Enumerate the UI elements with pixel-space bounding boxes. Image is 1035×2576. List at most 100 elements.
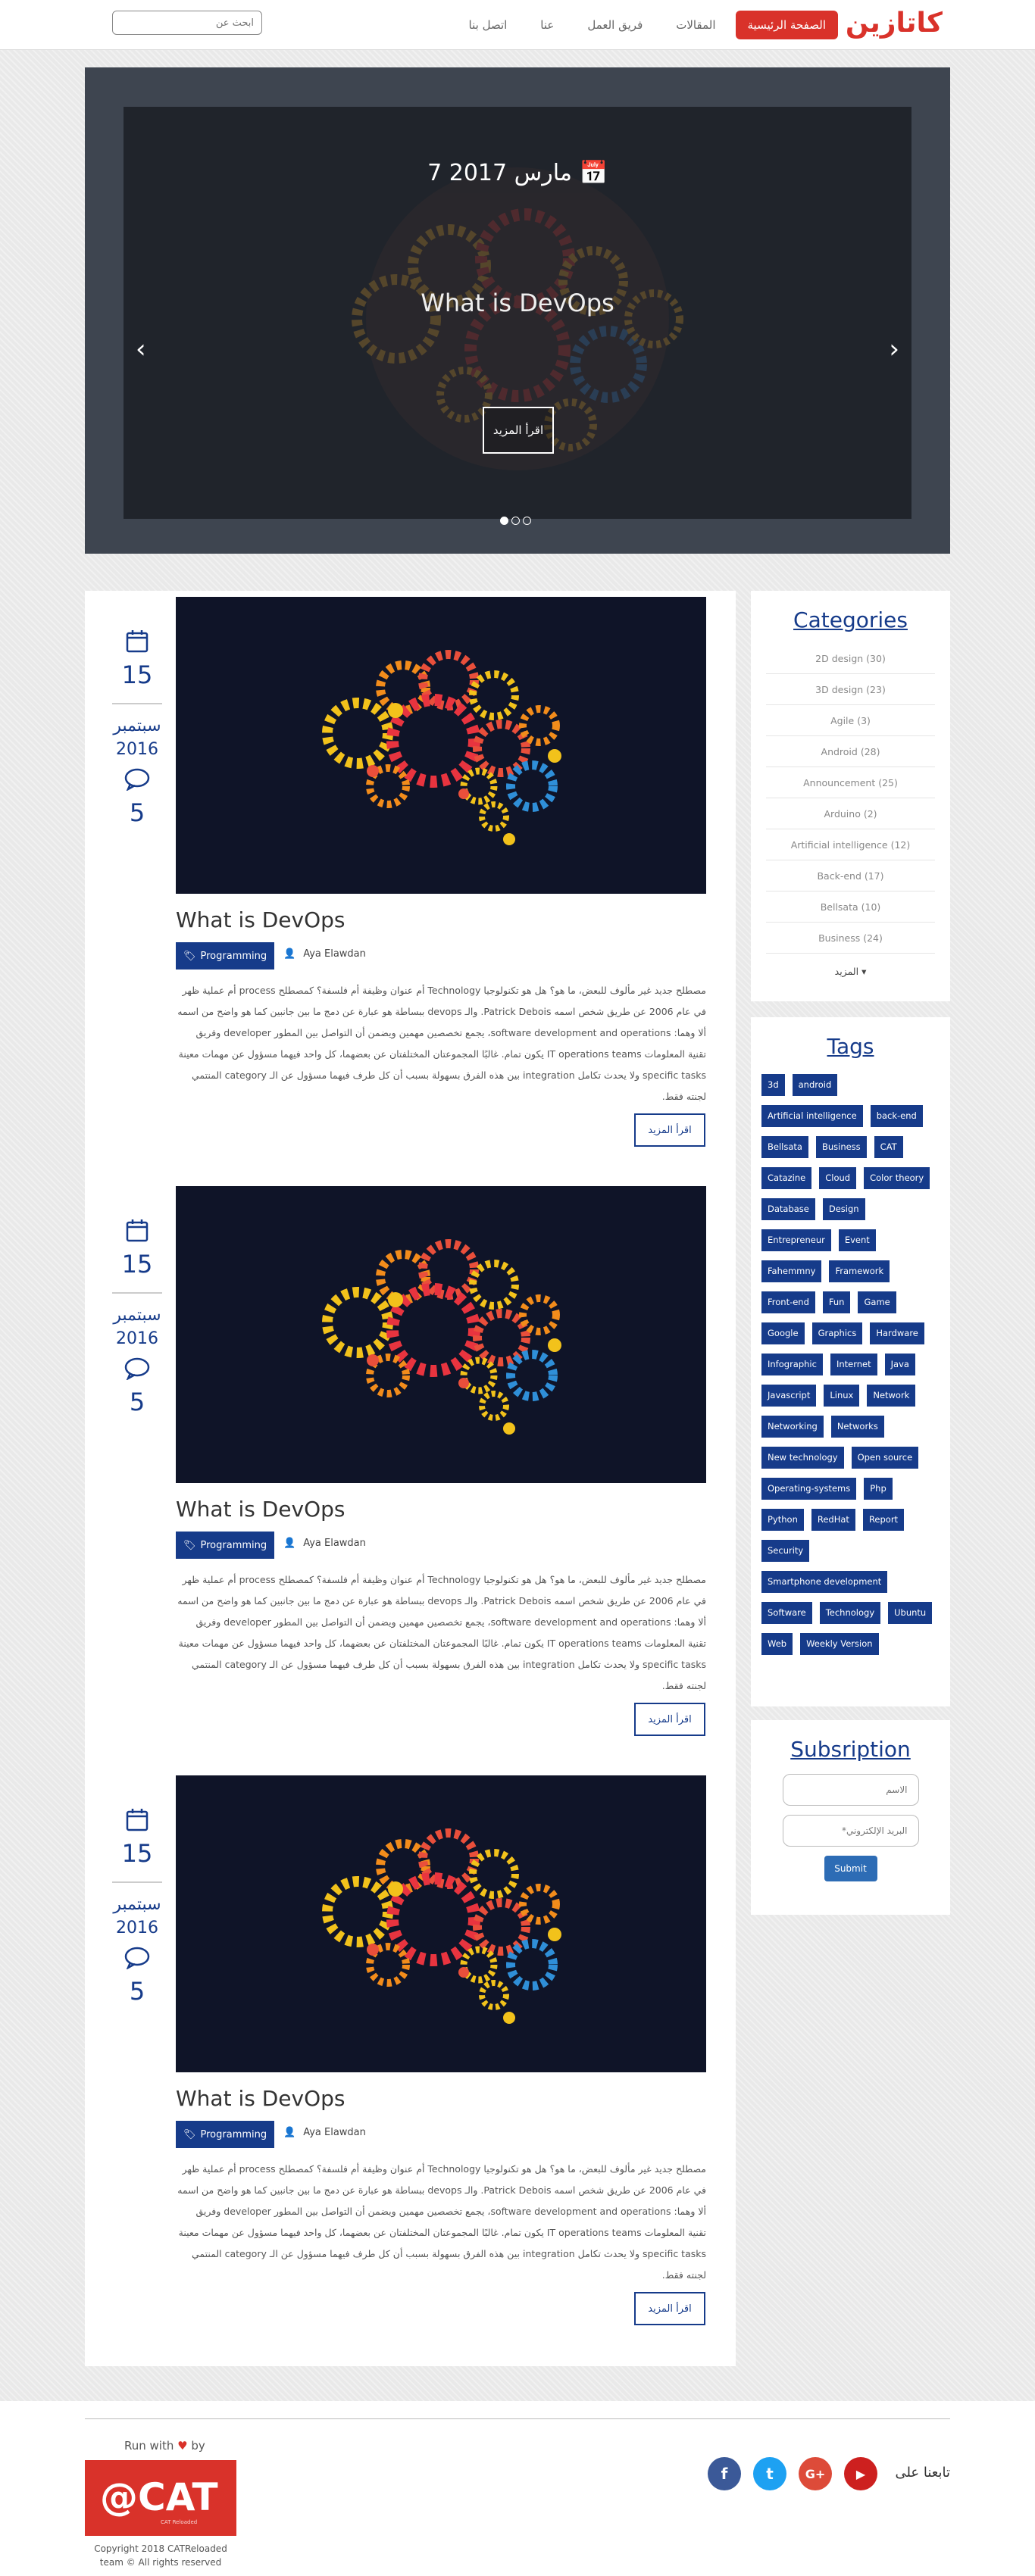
tag-link[interactable]: Hardware: [870, 1322, 924, 1344]
category-item[interactable]: Agile (3): [766, 705, 935, 736]
post-category-badge[interactable]: 🏷 Programming: [176, 1532, 275, 1559]
nav-home[interactable]: الصفحة الرئيسية: [735, 11, 838, 39]
category-item[interactable]: Arduino (2): [766, 798, 935, 829]
tag-link[interactable]: Network: [867, 1385, 916, 1407]
read-more-button[interactable]: اقرأ المزيد: [634, 1703, 705, 1736]
tag-link[interactable]: Fun: [822, 1291, 851, 1313]
carousel-dot-1[interactable]: [500, 517, 508, 525]
tag-link[interactable]: Color theory: [864, 1167, 930, 1189]
category-item[interactable]: Announcement (25): [766, 767, 935, 798]
tag-link[interactable]: Fahemmny: [761, 1260, 822, 1282]
comment-count: 5: [129, 1388, 145, 1416]
comment-icon: [124, 1947, 150, 1969]
tag-link[interactable]: Open source: [851, 1447, 919, 1469]
tag-link[interactable]: Internet: [830, 1354, 877, 1375]
read-more-button[interactable]: اقرأ المزيد: [634, 1113, 705, 1147]
tag-link[interactable]: Operating-systems: [761, 1478, 857, 1500]
tag-link[interactable]: Game: [858, 1291, 896, 1313]
tag-link[interactable]: Infographic: [761, 1354, 823, 1375]
submit-button[interactable]: Submit: [824, 1856, 877, 1881]
gears-brain-image: [322, 1239, 561, 1435]
tag-link[interactable]: Software: [761, 1602, 812, 1624]
post-image[interactable]: [176, 597, 706, 894]
youtube-icon[interactable]: ▶: [844, 2457, 877, 2490]
tag-link[interactable]: Bellsata: [761, 1136, 808, 1158]
tag-link[interactable]: Networks: [830, 1416, 884, 1438]
post-day: 15: [121, 660, 153, 689]
tag-link[interactable]: back-end: [870, 1105, 923, 1127]
category-item[interactable]: Artificial intelligence (12): [766, 829, 935, 860]
category-item[interactable]: Android (28): [766, 736, 935, 767]
tag-link[interactable]: Python: [761, 1509, 804, 1531]
tag-link[interactable]: Database: [761, 1198, 815, 1220]
post-image[interactable]: [176, 1775, 706, 2072]
tag-link[interactable]: Web: [761, 1633, 793, 1655]
carousel-indicators: [500, 517, 531, 525]
post-author[interactable]: 👤 Aya Elawdan: [283, 948, 366, 960]
post-author[interactable]: 👤 Aya Elawdan: [283, 2127, 366, 2138]
carousel-dot-3[interactable]: [523, 517, 531, 525]
tag-link[interactable]: Report: [862, 1509, 905, 1531]
tag-link[interactable]: Cloud: [819, 1167, 857, 1189]
nav-about[interactable]: عنا: [527, 12, 568, 38]
tag-link[interactable]: Google: [761, 1322, 805, 1344]
tag-link[interactable]: Smartphone development: [761, 1571, 888, 1593]
tag-link[interactable]: RedHat: [811, 1509, 855, 1531]
tag-link[interactable]: Event: [838, 1229, 876, 1251]
categories-more-dropdown[interactable]: المزيد ▾: [751, 966, 950, 977]
tag-link[interactable]: Javascript: [761, 1385, 817, 1407]
tag-link[interactable]: Php: [864, 1478, 893, 1500]
twitter-icon[interactable]: t: [753, 2457, 786, 2490]
post-title[interactable]: What is DevOps: [176, 907, 346, 932]
nav-articles[interactable]: المقالات: [662, 12, 729, 38]
email-field[interactable]: [782, 1815, 919, 1847]
tags-icon: 🏷: [183, 2128, 196, 2140]
tag-link[interactable]: Networking: [761, 1416, 824, 1438]
post-title[interactable]: What is DevOps: [176, 2086, 346, 2111]
tag-link[interactable]: New technology: [761, 1447, 844, 1469]
post-category-badge[interactable]: 🏷 Programming: [176, 2121, 275, 2148]
site-logo[interactable]: كاتازين: [846, 8, 943, 39]
carousel-dot-2[interactable]: [511, 517, 520, 525]
slide-read-more-button[interactable]: اقرأ المزيد: [483, 407, 554, 454]
tag-link[interactable]: Java: [884, 1354, 915, 1375]
category-item[interactable]: 3D design (23): [766, 674, 935, 705]
tag-link[interactable]: Catazine: [761, 1167, 812, 1189]
category-item[interactable]: Bellsata (10): [766, 891, 935, 923]
category-item[interactable]: 2D design (30): [766, 643, 935, 674]
user-icon: 👤: [283, 1538, 296, 1549]
nav-team[interactable]: فريق العمل: [574, 12, 656, 38]
tag-link[interactable]: Artificial intelligence: [761, 1105, 863, 1127]
post-category-badge[interactable]: 🏷 Programming: [176, 942, 275, 970]
category-item[interactable]: Business (24): [766, 923, 935, 954]
post-title[interactable]: What is DevOps: [176, 1497, 346, 1522]
tag-link[interactable]: 3d: [761, 1074, 785, 1096]
tag-link[interactable]: CAT: [874, 1136, 903, 1158]
tag-link[interactable]: android: [792, 1074, 838, 1096]
facebook-icon[interactable]: f: [708, 2457, 741, 2490]
nav-contact[interactable]: اتصل بنا: [455, 12, 521, 38]
tag-link[interactable]: Graphics: [811, 1322, 863, 1344]
name-field[interactable]: [782, 1774, 919, 1806]
post-image[interactable]: [176, 1186, 706, 1483]
tag-link[interactable]: Entrepreneur: [761, 1229, 831, 1251]
subscription-title: Subsription: [790, 1737, 911, 1762]
carousel-prev-arrow[interactable]: ‹: [136, 334, 146, 364]
category-item[interactable]: Back-end (17): [766, 860, 935, 891]
post-author[interactable]: 👤 Aya Elawdan: [283, 1538, 366, 1549]
cat-reloaded-logo[interactable]: @CAT CAT Reloaded: [85, 2460, 236, 2536]
tag-link[interactable]: Weekly Version: [800, 1633, 879, 1655]
tag-link[interactable]: Linux: [824, 1385, 860, 1407]
post-card: 15 سبتمبر 2016 5 What is DevOps 🏷 Progra…: [85, 1769, 736, 2359]
tag-link[interactable]: Technology: [819, 1602, 881, 1624]
tag-link[interactable]: Design: [822, 1198, 865, 1220]
search-input[interactable]: [112, 11, 262, 35]
tag-link[interactable]: Ubuntu: [888, 1602, 933, 1624]
tag-link[interactable]: Security: [761, 1540, 810, 1562]
carousel-next-arrow[interactable]: ›: [889, 334, 899, 364]
tag-link[interactable]: Front-end: [761, 1291, 815, 1313]
google-plus-icon[interactable]: G+: [799, 2457, 832, 2490]
read-more-button[interactable]: اقرأ المزيد: [634, 2292, 705, 2325]
tag-link[interactable]: Framework: [829, 1260, 890, 1282]
tag-link[interactable]: Business: [815, 1136, 867, 1158]
